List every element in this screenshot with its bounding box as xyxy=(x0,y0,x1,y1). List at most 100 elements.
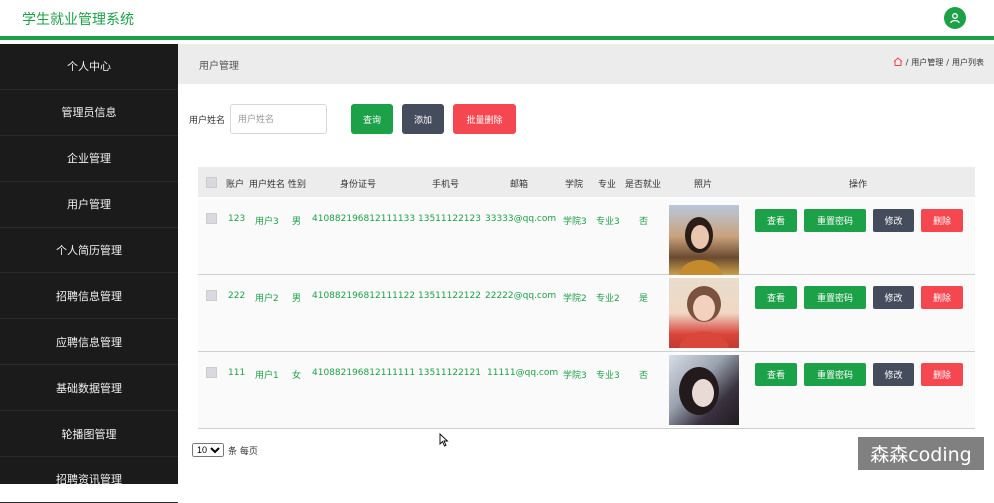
breadcrumb: / 用户管理 / 用户列表 xyxy=(893,57,984,68)
sidebar-item-label: 轮播图管理 xyxy=(61,427,117,441)
cell-college: 学院2 xyxy=(563,294,587,304)
sidebar-item-admin-info[interactable]: 管理员信息 xyxy=(0,90,178,136)
table-row: 123 用户3 男 410882196812111133 13511122123… xyxy=(198,198,975,275)
sidebar-item-company[interactable]: 企业管理 xyxy=(0,136,178,182)
sidebar-item-base-data[interactable]: 基础数据管理 xyxy=(0,365,178,412)
column-header-gender: 性别 xyxy=(288,180,307,190)
sidebar-item-label: 用户管理 xyxy=(67,198,111,212)
sidebar-item-application[interactable]: 应聘信息管理 xyxy=(0,319,178,366)
cell-id-card: 410882196812111111 xyxy=(312,368,416,378)
cell-employed: 否 xyxy=(639,371,649,381)
user-photo xyxy=(669,205,739,275)
delete-button[interactable]: 删除 xyxy=(921,209,963,232)
column-header-account: 账户 xyxy=(226,180,245,190)
user-photo xyxy=(669,278,739,348)
page-size-select[interactable]: 10 xyxy=(192,443,224,457)
sidebar-item-label: 企业管理 xyxy=(67,152,111,166)
column-header-college: 学院 xyxy=(565,180,584,190)
query-button[interactable]: 查询 xyxy=(351,104,393,134)
cell-email: 22222@qq.com xyxy=(485,291,557,301)
user-table: 账户 用户姓名 性别 身份证号 手机号 邮箱 学院 专业 是否就业 照片 操作 … xyxy=(198,167,975,429)
view-button[interactable]: 查看 xyxy=(755,363,797,386)
column-header-photo: 照片 xyxy=(694,180,713,190)
mouse-cursor-icon xyxy=(439,432,449,450)
cell-name: 用户3 xyxy=(255,217,279,227)
add-button[interactable]: 添加 xyxy=(402,104,444,134)
sidebar-item-personal-center[interactable]: 个人中心 xyxy=(0,44,178,90)
pagination: 10 条 每页 xyxy=(192,443,258,457)
select-all-checkbox[interactable] xyxy=(206,177,217,188)
search-label: 用户姓名 xyxy=(189,116,226,126)
cell-id-card: 410882196812111133 xyxy=(312,214,416,224)
cell-name: 用户1 xyxy=(255,371,279,381)
sidebar-item-users[interactable]: 用户管理 xyxy=(0,182,178,228)
cell-account: 111 xyxy=(228,368,246,378)
table-row: 222 用户2 男 410882196812111122 13511122122… xyxy=(198,275,975,352)
sidebar-item-carousel[interactable]: 轮播图管理 xyxy=(0,411,178,458)
cell-employed: 是 xyxy=(639,294,649,304)
sidebar-item-label: 招聘资讯管理 xyxy=(56,473,122,487)
column-header-name: 用户姓名 xyxy=(249,180,286,190)
reset-password-button[interactable]: 重置密码 xyxy=(804,363,866,386)
cell-account: 123 xyxy=(228,214,246,224)
column-header-email: 邮箱 xyxy=(510,180,529,190)
column-header-phone: 手机号 xyxy=(432,180,460,190)
sidebar: 个人中心 管理员信息 企业管理 用户管理 个人简历管理 招聘信息管理 应聘信息管… xyxy=(0,44,178,503)
app-title: 学生就业管理系统 xyxy=(22,12,134,28)
reset-password-button[interactable]: 重置密码 xyxy=(804,209,866,232)
table-row: 111 用户1 女 410882196812111111 13511122121… xyxy=(198,352,975,429)
home-icon[interactable] xyxy=(893,57,903,68)
cell-gender: 女 xyxy=(292,371,302,381)
edit-button[interactable]: 修改 xyxy=(873,286,914,309)
delete-button[interactable]: 删除 xyxy=(921,363,963,386)
cell-employed: 否 xyxy=(639,217,649,227)
user-photo xyxy=(669,355,739,425)
username-search-input[interactable] xyxy=(230,104,327,134)
top-header: 学生就业管理系统 xyxy=(0,0,994,40)
sidebar-item-resume[interactable]: 个人简历管理 xyxy=(0,228,178,274)
content-topbar: 用户管理 / 用户管理 / 用户列表 xyxy=(178,44,994,84)
cell-email: 11111@qq.com xyxy=(487,368,559,378)
column-header-id-card: 身份证号 xyxy=(340,180,377,190)
sidebar-item-label: 个人中心 xyxy=(67,60,111,74)
row-checkbox[interactable] xyxy=(206,367,217,378)
cell-major: 专业3 xyxy=(596,371,620,381)
sidebar-item-label: 应聘信息管理 xyxy=(56,335,122,349)
search-form: 用户姓名 查询 添加 批量删除 xyxy=(188,104,588,134)
cell-phone: 13511122123 xyxy=(418,214,481,224)
column-header-major: 专业 xyxy=(598,180,617,190)
row-checkbox[interactable] xyxy=(206,213,217,224)
sidebar-item-label: 基础数据管理 xyxy=(56,381,122,395)
cell-college: 学院3 xyxy=(563,371,587,381)
view-button[interactable]: 查看 xyxy=(755,286,797,309)
table-header: 账户 用户姓名 性别 身份证号 手机号 邮箱 学院 专业 是否就业 照片 操作 xyxy=(198,167,975,197)
sidebar-item-label: 个人简历管理 xyxy=(56,244,122,257)
page-title: 用户管理 xyxy=(199,61,239,72)
cell-gender: 男 xyxy=(292,217,302,227)
reset-password-button[interactable]: 重置密码 xyxy=(804,286,866,309)
cell-name: 用户2 xyxy=(255,294,279,304)
sidebar-item-label: 招聘信息管理 xyxy=(56,289,122,303)
breadcrumb-separator: / xyxy=(946,58,949,67)
view-button[interactable]: 查看 xyxy=(755,209,797,232)
edit-button[interactable]: 修改 xyxy=(873,363,914,386)
breadcrumb-separator: / xyxy=(905,58,909,67)
page-size-label: 条 每页 xyxy=(228,446,258,457)
cell-account: 222 xyxy=(228,291,246,301)
sidebar-item-recruit-news[interactable]: 招聘资讯管理 xyxy=(0,457,178,503)
edit-button[interactable]: 修改 xyxy=(873,209,914,232)
user-avatar-icon[interactable] xyxy=(944,7,966,29)
delete-button[interactable]: 删除 xyxy=(921,286,963,309)
batch-delete-button[interactable]: 批量删除 xyxy=(453,104,516,134)
column-header-actions: 操作 xyxy=(849,180,868,190)
sidebar-item-recruit-info[interactable]: 招聘信息管理 xyxy=(0,273,178,320)
cell-major: 专业3 xyxy=(596,217,620,227)
cell-major: 专业2 xyxy=(596,294,620,304)
cell-phone: 13511122121 xyxy=(418,368,481,378)
column-header-employed: 是否就业 xyxy=(625,180,662,190)
cell-id-card: 410882196812111122 xyxy=(312,291,416,301)
row-checkbox[interactable] xyxy=(206,290,217,301)
cell-college: 学院3 xyxy=(563,217,587,227)
watermark: 森森coding xyxy=(858,437,984,470)
breadcrumb-users[interactable]: 用户管理 xyxy=(911,57,943,68)
